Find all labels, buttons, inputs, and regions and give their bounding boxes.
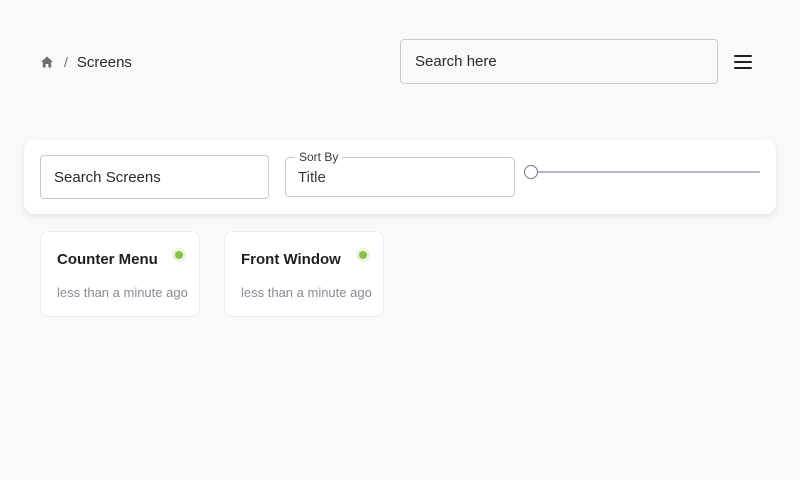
status-dot	[359, 251, 367, 259]
screen-card[interactable]: Front Window less than a minute ago	[224, 231, 384, 317]
breadcrumb-current: Screens	[76, 53, 132, 71]
global-search-input[interactable]: Search here	[400, 39, 718, 84]
size-slider[interactable]	[524, 164, 760, 180]
screen-card-title: Counter Menu	[57, 251, 158, 268]
sort-by-label: Sort By	[295, 150, 343, 164]
sort-by-value: Title	[298, 169, 326, 186]
screen-card-timestamp: less than a minute ago	[241, 285, 372, 300]
status-dot	[175, 251, 183, 259]
slider-track[interactable]	[531, 171, 760, 173]
screen-search-input[interactable]: Search Screens	[40, 155, 269, 199]
filter-panel: Search Screens Sort By Title	[24, 140, 776, 214]
screen-card-title: Front Window	[241, 251, 341, 268]
breadcrumb: / Screens	[40, 52, 132, 72]
hamburger-menu-icon[interactable]	[730, 50, 756, 74]
slider-thumb[interactable]	[524, 165, 538, 179]
global-search-placeholder: Search here	[415, 53, 497, 70]
sort-by-select[interactable]: Sort By Title	[285, 150, 515, 197]
top-bar: / Screens Search here	[0, 0, 800, 110]
screen-card-timestamp: less than a minute ago	[57, 285, 188, 300]
home-icon[interactable]	[40, 55, 54, 69]
screen-card[interactable]: Counter Menu less than a minute ago	[40, 231, 200, 317]
breadcrumb-separator: /	[64, 54, 68, 70]
screen-search-placeholder: Search Screens	[54, 168, 161, 186]
